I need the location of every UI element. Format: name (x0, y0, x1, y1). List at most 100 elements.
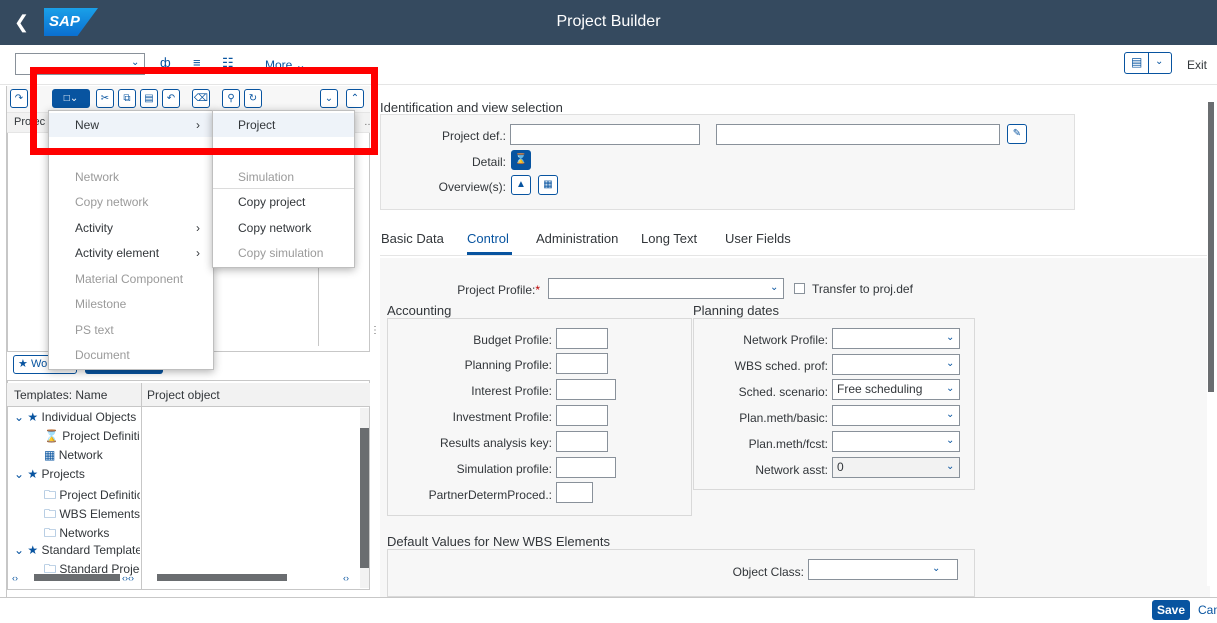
worklist-label: Wo (30, 358, 48, 370)
template-row[interactable]: ⌄ ★ Individual Objects (14, 410, 140, 424)
submenu-item-copy-simulation[interactable]: Copy simulation (238, 246, 323, 260)
template-row[interactable]: ▦ Network (44, 448, 140, 462)
project-profile-label: Project Profile:* (450, 283, 540, 297)
tab-administration[interactable]: Administration (536, 231, 618, 246)
simulation-profile-input[interactable] (556, 457, 616, 478)
plan-meth-fcst-select[interactable] (832, 431, 960, 452)
template-row[interactable]: 🗀 Project Definition (44, 486, 140, 507)
partner-determ-input[interactable] (556, 482, 593, 503)
chevron-down-icon[interactable]: ⌄ (1155, 56, 1163, 67)
splitter-handle[interactable]: ⋮ (370, 325, 380, 339)
tab-control[interactable]: Control (467, 231, 509, 246)
interest-profile-input[interactable] (556, 379, 616, 400)
footer-bar (0, 597, 1217, 623)
highlight-annotation (30, 67, 378, 155)
edit-icon[interactable]: ✎ (1007, 124, 1027, 144)
template-row[interactable]: 🗀 WBS Elements (44, 505, 140, 526)
cancel-button[interactable]: Cancel (1198, 603, 1217, 617)
project-profile-select[interactable] (548, 278, 784, 299)
submenu-item-copy-network[interactable]: Copy network (238, 221, 311, 235)
template-row[interactable]: ⌄ ★ Projects (14, 467, 140, 481)
column-header-name[interactable]: Templates: Name (14, 388, 107, 402)
submenu-item-simulation[interactable]: Simulation (238, 170, 294, 184)
refresh-icon[interactable]: ↷ (10, 89, 28, 108)
template-row[interactable]: ⌄ ★ Standard Templates (14, 543, 140, 557)
save-button[interactable]: Save (1152, 600, 1190, 620)
partner-determ-label: PartnerDetermProced.: (428, 488, 552, 502)
menu-item-activity-element[interactable]: Activity element (75, 246, 205, 260)
triangle-icon[interactable]: ▲ (511, 175, 531, 195)
overview-label: Overview(s): (438, 180, 506, 194)
plan-meth-basic-select[interactable] (832, 405, 960, 426)
wbs-sched-prof-select[interactable] (832, 354, 960, 375)
planning-profile-input[interactable] (556, 353, 608, 374)
chevron-down-icon[interactable]: ⌄ (14, 410, 24, 424)
chevron-down-icon[interactable]: ⌄ (14, 467, 24, 481)
exit-button[interactable]: Exit (1187, 58, 1207, 72)
investment-profile-label: Investment Profile: (452, 410, 552, 424)
plan-meth-fcst-label: Plan.meth/fcst: (748, 437, 828, 451)
interest-profile-label: Interest Profile: (471, 384, 552, 398)
template-row-label: Individual Objects (41, 410, 137, 424)
menu-item-milestone[interactable]: Milestone (75, 297, 205, 311)
chevron-down-icon[interactable]: ⌄ (932, 563, 940, 574)
chevron-down-icon[interactable]: ⌄ (770, 282, 778, 293)
menu-item-material-component[interactable]: Material Component (75, 272, 205, 286)
chevron-down-icon[interactable]: ⌄ (946, 409, 954, 420)
scroll-arrows[interactable]: ‹› (343, 574, 357, 583)
template-row[interactable]: ⌛ Project Definition (44, 429, 140, 443)
project-profile-label-text: Project Profile: (457, 283, 536, 297)
menu-item-copy-network[interactable]: Copy network (75, 195, 205, 209)
scrollbar-thumb[interactable] (157, 574, 287, 581)
scroll-arrows[interactable]: ‹›‹› (122, 574, 156, 583)
column-header-object[interactable]: Project object (147, 388, 220, 402)
scrollbar-thumb[interactable] (360, 428, 369, 568)
scroll-arrows[interactable]: ‹› (12, 574, 34, 583)
budget-profile-label: Budget Profile: (473, 333, 552, 347)
section-title: Identification and view selection (380, 100, 563, 115)
template-row[interactable]: 🗀 Networks (44, 524, 140, 545)
hourglass-icon[interactable]: ⌛ (511, 150, 531, 170)
transfer-checkbox[interactable] (794, 283, 805, 294)
tab-basic-data[interactable]: Basic Data (381, 231, 444, 246)
project-def-input[interactable] (510, 124, 700, 145)
project-definition-icon: ⌛ (44, 429, 59, 443)
menu-item-document[interactable]: Document (75, 348, 205, 362)
scrollbar-thumb[interactable] (1208, 102, 1214, 392)
investment-profile-input[interactable] (556, 405, 608, 426)
menu-item-activity[interactable]: Activity (75, 221, 205, 235)
app-root: ❮ SAP Project Builder ⌄ ф ≡ ☷ More ⌄ ▤ ⌄… (0, 0, 1217, 623)
divider (1148, 52, 1149, 74)
chevron-down-icon[interactable]: ⌄ (14, 543, 24, 557)
network-icon: ▦ (44, 448, 56, 462)
menu-item-network[interactable]: Network (75, 170, 205, 184)
tab-user-fields[interactable]: User Fields (725, 231, 791, 246)
template-row-label: WBS Elements (59, 507, 140, 521)
chevron-down-icon[interactable]: ⌄ (946, 435, 954, 446)
template-row-label: Projects (41, 467, 85, 481)
budget-profile-input[interactable] (556, 328, 608, 349)
chevron-down-icon[interactable]: ⌄ (946, 358, 954, 369)
planning-dates-title: Planning dates (693, 303, 780, 318)
chevron-down-icon[interactable]: ⌄ (946, 332, 954, 343)
sched-scenario-select[interactable]: Free scheduling (832, 379, 960, 400)
project-def-description-input[interactable] (716, 124, 1000, 145)
scrollbar-thumb[interactable] (34, 574, 120, 581)
folder-icon: 🗀 (44, 488, 57, 502)
submenu-item-copy-project[interactable]: Copy project (238, 195, 305, 209)
star-icon: ★ (27, 467, 39, 481)
simulation-profile-label: Simulation profile: (456, 462, 552, 476)
star-icon: ★ (18, 358, 28, 370)
detail-label: Detail: (471, 155, 506, 169)
network-profile-select[interactable] (832, 328, 960, 349)
network-asst-select[interactable]: 0 (832, 457, 960, 478)
network-icon[interactable]: ▦ (538, 175, 558, 195)
chevron-down-icon[interactable]: ⌄ (946, 461, 954, 472)
menu-item-ps-text[interactable]: PS text (75, 323, 205, 337)
tab-long-text[interactable]: Long Text (641, 231, 697, 246)
chevron-down-icon[interactable]: ⌄ (946, 383, 954, 394)
planning-profile-label: Planning Profile: (464, 358, 552, 372)
layout-icon: ▤ (1131, 55, 1143, 69)
page-title: Project Builder (556, 13, 661, 30)
results-analysis-key-input[interactable] (556, 431, 608, 452)
